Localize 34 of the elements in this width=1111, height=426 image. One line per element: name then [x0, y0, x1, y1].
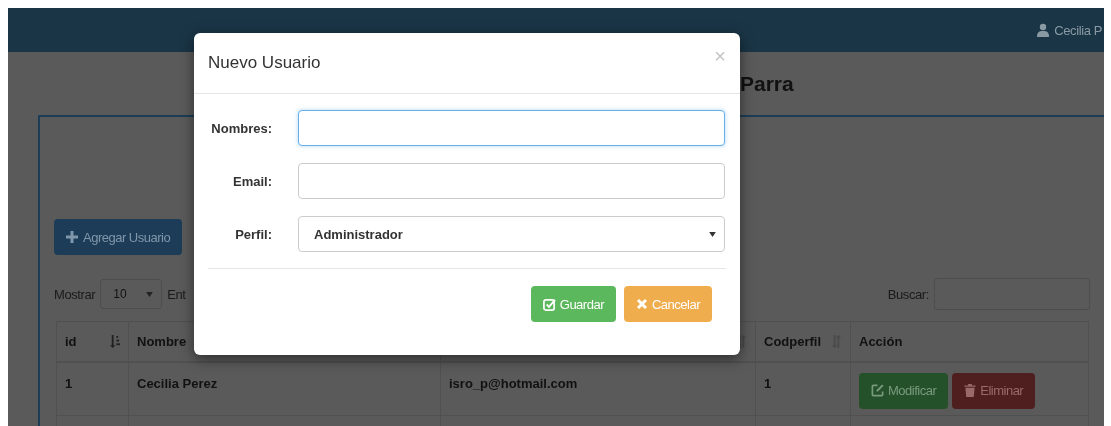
input-field[interactable]	[298, 163, 725, 199]
field-label: Email:	[232, 173, 272, 189]
caret-icon	[146, 291, 154, 297]
table-cell: 1	[56, 361, 129, 416]
page-title: Parra	[740, 71, 794, 96]
delete-button[interactable]: Eliminar	[952, 372, 1036, 409]
add-user-button[interactable]: Agregar Usuario	[54, 219, 183, 255]
column-header[interactable]: id	[56, 321, 129, 362]
page-size-select[interactable]: 10	[100, 279, 163, 309]
column-header[interactable]: Acción	[850, 321, 1089, 362]
field-label: Perfil:	[234, 226, 272, 242]
check-square-icon	[542, 297, 556, 311]
search-label: Buscar:	[887, 286, 929, 302]
trash-icon	[964, 384, 977, 397]
edit-icon	[871, 384, 884, 397]
column-header[interactable]: Codperfil	[755, 321, 851, 362]
cancel-button[interactable]: Cancelar	[623, 286, 712, 322]
show-label: Mostrar	[54, 286, 96, 302]
close-button[interactable]: ×	[714, 44, 726, 68]
edit-button[interactable]: Modificar	[859, 372, 949, 409]
plus-icon	[66, 231, 78, 243]
dialog-title: Nuevo Usuario	[208, 53, 321, 73]
table-cell: 1	[755, 361, 851, 416]
entries-label: Ent	[167, 286, 186, 302]
field-label: Nombres:	[210, 120, 272, 136]
profile-select[interactable]: Administrador	[298, 216, 725, 252]
caret-icon	[709, 231, 716, 237]
table-cell: Cecilia Perez	[128, 361, 441, 416]
input-field[interactable]	[298, 110, 725, 146]
user-icon	[1036, 23, 1051, 37]
user-menu[interactable]: Cecilia P	[1036, 22, 1102, 38]
save-button[interactable]: Guardar	[530, 286, 616, 322]
close-icon	[635, 298, 648, 310]
table-cell: isro_p@hotmail.com	[440, 361, 756, 416]
